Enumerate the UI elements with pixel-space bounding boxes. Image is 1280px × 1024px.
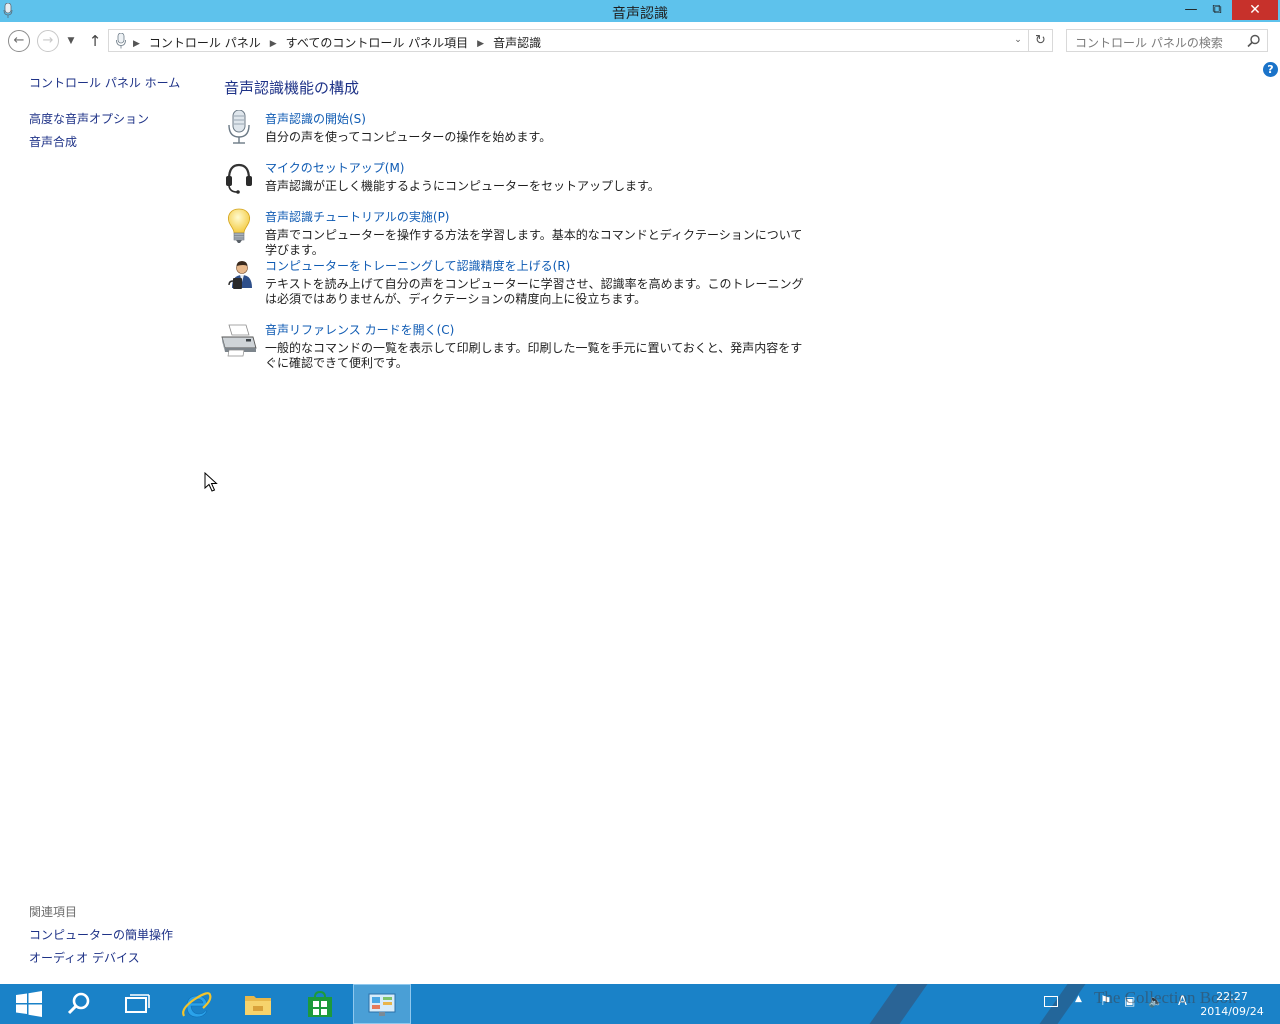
chevron-right-icon[interactable]: ▶ xyxy=(133,39,140,49)
see-also-heading: 関連項目 xyxy=(29,905,78,919)
search-box[interactable]: コントロール パネルの検索 xyxy=(1066,29,1268,52)
advanced-speech-options-link[interactable]: 高度な音声オプション xyxy=(29,110,149,127)
help-icon[interactable]: ? xyxy=(1263,62,1278,77)
search-icon xyxy=(67,992,90,1015)
control-panel-taskbar-button[interactable] xyxy=(353,984,411,1024)
task-description: 音声認識が正しく機能するようにコンピューターをセットアップします。 xyxy=(265,179,660,193)
printer-icon xyxy=(221,324,257,357)
task-view-icon xyxy=(125,994,150,1013)
address-dropdown[interactable]: ⌄ xyxy=(1011,32,1025,49)
internet-explorer-icon xyxy=(182,992,212,1018)
headset-icon xyxy=(226,163,252,194)
address-bar[interactable]: ▶ コントロール パネル ▶ すべてのコントロール パネル項目 ▶ 音声認識 ⌄ xyxy=(108,29,1029,52)
mouse-cursor-icon xyxy=(204,472,218,492)
control-panel-icon xyxy=(368,993,396,1016)
show-hidden-icons-icon[interactable]: ▲ xyxy=(1075,994,1082,1004)
lightbulb-icon xyxy=(228,208,250,243)
action-center-icon[interactable] xyxy=(1044,996,1058,1007)
file-explorer-button[interactable] xyxy=(229,984,287,1024)
task-description: テキストを読み上げて自分の声をコンピューターに学習させ、認識率を高めます。このト… xyxy=(265,277,804,306)
window-title: 音声認識 xyxy=(612,6,668,22)
task-description: 自分の声を使ってコンピューターの操作を始めます。 xyxy=(265,130,552,144)
train-computer-link[interactable]: コンピューターをトレーニングして認識精度を上げる(R) xyxy=(265,257,570,274)
breadcrumb-control-panel[interactable]: コントロール パネル xyxy=(149,36,261,50)
chevron-right-icon[interactable]: ▶ xyxy=(270,39,277,49)
clock-time: 22:27 xyxy=(1216,990,1248,1003)
folder-icon xyxy=(245,996,271,1015)
title-bar: 音声認識 — ⧉ ✕ xyxy=(0,0,1280,22)
up-button[interactable]: ↑ xyxy=(86,31,104,51)
taskbar-decoration xyxy=(1025,984,1093,1024)
task-view-button[interactable] xyxy=(108,984,166,1024)
ease-of-access-link[interactable]: コンピューターの簡単操作 xyxy=(29,926,173,943)
search-icon[interactable] xyxy=(1247,34,1261,48)
text-to-speech-link[interactable]: 音声合成 xyxy=(29,133,77,150)
task-description: 一般的なコマンドの一覧を表示して印刷します。印刷した一覧を手元に置いておくと、発… xyxy=(265,341,803,370)
control-panel-home-link[interactable]: コントロール パネル ホーム xyxy=(29,74,180,91)
breadcrumb-speech-recognition[interactable]: 音声認識 xyxy=(493,36,541,50)
taskbar: ▲ ⚑ ▣ 🔈 A The Collection Book 22:27 2014… xyxy=(0,984,1280,1024)
search-input[interactable]: コントロール パネルの検索 xyxy=(1075,34,1223,51)
microphone-icon xyxy=(228,110,250,144)
page-title: 音声認識機能の構成 xyxy=(224,79,360,97)
close-button[interactable]: ✕ xyxy=(1232,0,1278,20)
take-tutorial-link[interactable]: 音声認識チュートリアルの実施(P) xyxy=(265,208,449,225)
restore-button[interactable]: ⧉ xyxy=(1204,0,1230,20)
store-icon xyxy=(308,990,332,1017)
taskbar-decoration xyxy=(855,984,935,1024)
left-pane: コントロール パネル ホーム 高度な音声オプション 音声合成 関連項目 コンピュ… xyxy=(0,60,205,982)
breadcrumb: ▶ コントロール パネル ▶ すべてのコントロール パネル項目 ▶ 音声認識 xyxy=(133,34,541,51)
microphone-icon xyxy=(116,33,126,49)
audio-devices-link[interactable]: オーディオ デバイス xyxy=(29,949,140,966)
chevron-right-icon[interactable]: ▶ xyxy=(477,39,484,49)
navigation-bar: ← → ▼ ↑ ▶ コントロール パネル ▶ すべてのコントロール パネル項目 ▶ 音声認… xyxy=(0,22,1280,60)
minimize-button[interactable]: — xyxy=(1178,0,1204,20)
internet-explorer-button[interactable] xyxy=(168,984,226,1024)
refresh-button[interactable]: ↻ xyxy=(1029,29,1053,52)
task-description: 音声でコンピューターを操作する方法を学習します。基本的なコマンドとディクテーショ… xyxy=(265,228,803,257)
system-clock[interactable]: 22:27 2014/09/24 xyxy=(1196,989,1268,1019)
forward-button[interactable]: → xyxy=(37,30,59,52)
user-training-icon xyxy=(228,261,252,289)
start-speech-recognition-link[interactable]: 音声認識の開始(S) xyxy=(265,110,366,127)
back-button[interactable]: ← xyxy=(8,30,30,52)
recent-locations-dropdown[interactable]: ▼ xyxy=(64,34,78,48)
store-button[interactable] xyxy=(291,984,349,1024)
open-reference-card-link[interactable]: 音声リファレンス カードを開く(C) xyxy=(265,321,454,338)
breadcrumb-all-items[interactable]: すべてのコントロール パネル項目 xyxy=(286,36,469,50)
set-up-microphone-link[interactable]: マイクのセットアップ(M) xyxy=(265,159,404,176)
search-taskbar-button[interactable] xyxy=(50,984,108,1024)
clock-date: 2014/09/24 xyxy=(1200,1005,1264,1018)
windows-logo-icon xyxy=(16,991,42,1017)
